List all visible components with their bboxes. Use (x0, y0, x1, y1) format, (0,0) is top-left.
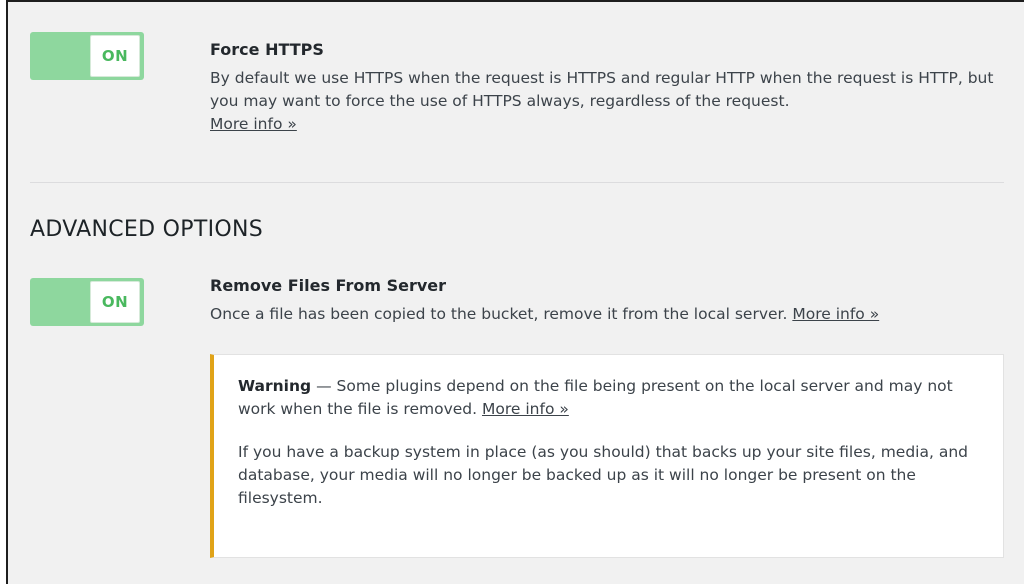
setting-description: By default we use HTTPS when the request… (210, 67, 1010, 136)
warning-dash: — (311, 377, 337, 395)
more-info-link[interactable]: More info » (210, 115, 297, 133)
warning-more-info-link[interactable]: More info » (482, 400, 569, 418)
remove-files-setting: Remove Files From Server Once a file has… (210, 276, 1010, 326)
toggle-state-label: ON (90, 35, 140, 77)
setting-title: Remove Files From Server (210, 276, 446, 295)
warning-paragraph: Warning — Some plugins depend on the fil… (238, 375, 979, 421)
warning-label: Warning (238, 377, 312, 395)
section-heading: ADVANCED OPTIONS (30, 217, 263, 242)
description-text: Once a file has been copied to the bucke… (210, 305, 788, 323)
backup-paragraph: If you have a backup system in place (as… (238, 443, 968, 507)
setting-title: Force HTTPS (210, 40, 324, 59)
warning-text: Some plugins depend on the file being pr… (238, 377, 953, 418)
remove-files-toggle[interactable]: ON (30, 278, 144, 326)
setting-description: Once a file has been copied to the bucke… (210, 303, 1010, 326)
section-divider (30, 182, 1004, 183)
description-text: By default we use HTTPS when the request… (210, 69, 994, 110)
warning-notice: Warning — Some plugins depend on the fil… (210, 354, 1004, 558)
more-info-link[interactable]: More info » (792, 305, 879, 323)
force-https-toggle[interactable]: ON (30, 32, 144, 80)
toggle-state-label: ON (90, 281, 140, 323)
force-https-setting: Force HTTPS By default we use HTTPS when… (210, 40, 1010, 136)
settings-panel: ON Force HTTPS By default we use HTTPS w… (6, 0, 1024, 584)
